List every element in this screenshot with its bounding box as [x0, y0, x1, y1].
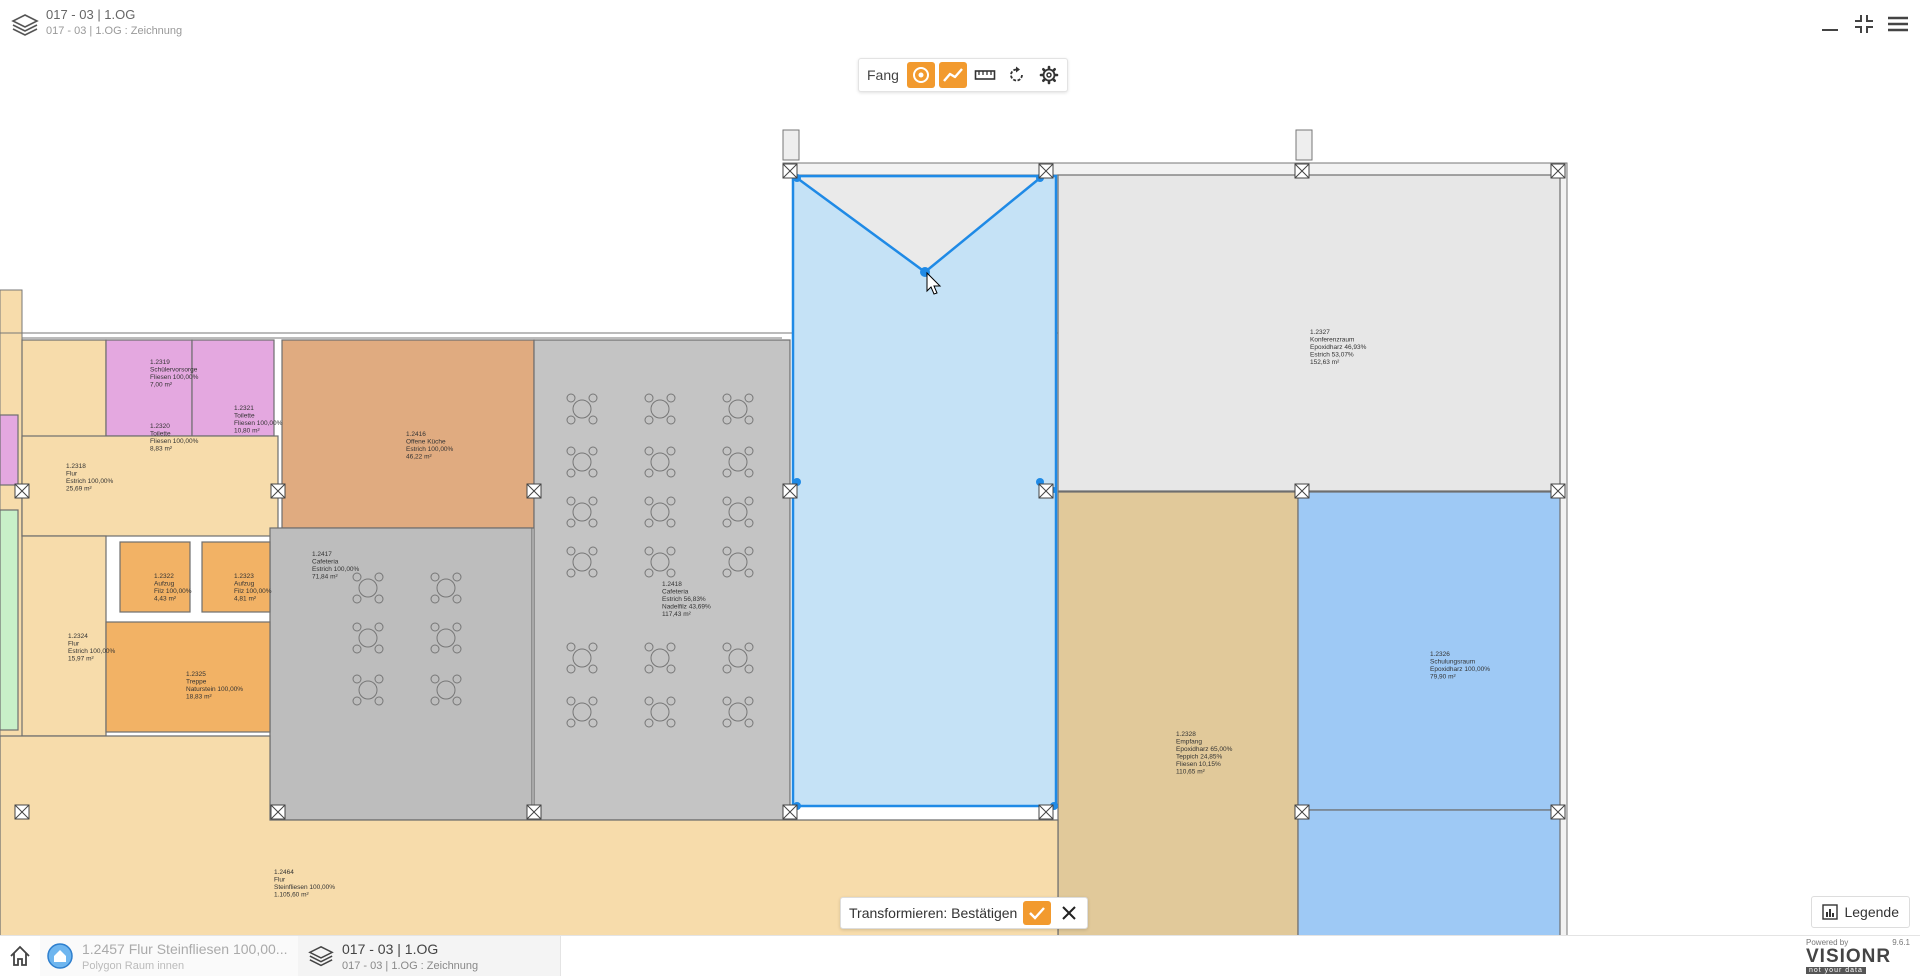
selection-tab[interactable]: 1.2457 Flur Steinfliesen 100,00... Polyg… [40, 936, 299, 976]
snap-toolbar: Fang [858, 58, 1068, 92]
visionr-logo: Powered by 9.6.1 VISIONR not your data [1806, 938, 1910, 974]
drawing-tab-subtitle: 017 - 03 | 1.OG : Zeichnung [342, 960, 479, 972]
ruler-icon [974, 70, 996, 80]
room-2327 [1057, 174, 1561, 492]
collapse-icon [1855, 15, 1873, 33]
menu-button[interactable] [1886, 12, 1910, 36]
close-icon [1062, 906, 1077, 920]
version-label: 9.6.1 [1892, 938, 1910, 947]
selection-tab-subtitle: Polygon Raum innen [82, 960, 185, 972]
target-icon [912, 67, 929, 83]
floor-plan-canvas[interactable]: 1.2319 Schülervorsorge Fliesen 100,00% 7,00… [0, 100, 1920, 936]
confirm-button[interactable] [1023, 901, 1052, 925]
trend-line-icon [943, 68, 963, 82]
gear-icon [1039, 65, 1059, 85]
room-2328 [1057, 491, 1299, 936]
selection-tab-title: 1.2457 Flur Steinfliesen 100,00... [82, 941, 288, 957]
bottom-bar: 1.2457 Flur Steinfliesen 100,00... Polyg… [0, 935, 1920, 976]
page-title: 017 - 03 | 1.OG [46, 7, 136, 22]
snap-point-button[interactable] [906, 62, 935, 88]
snap-label: Fang [867, 67, 899, 83]
home-icon [10, 945, 30, 966]
brand-tagline: not your data [1806, 967, 1866, 974]
polygon-room-icon [47, 943, 73, 969]
drawing-tab-title: 017 - 03 | 1.OG [342, 941, 439, 957]
snap-line-button[interactable] [938, 62, 967, 88]
collapse-button[interactable] [1852, 12, 1876, 36]
drawing-tab[interactable]: 017 - 03 | 1.OG 017 - 03 | 1.OG : Zeichn… [298, 936, 561, 976]
legend-label: Legende [1844, 904, 1899, 920]
legend-button[interactable]: Legende [1811, 896, 1910, 928]
room-2418 [533, 339, 791, 821]
window-controls [1818, 12, 1910, 36]
minimize-icon [1822, 29, 1838, 31]
top-bar: 017 - 03 | 1.OG 017 - 03 | 1.OG : Zeichn… [0, 0, 1920, 50]
layers-icon[interactable] [10, 12, 40, 40]
rotate-button[interactable] [1003, 62, 1031, 88]
room-2326 [1297, 491, 1561, 811]
transform-confirm-bar: Transformieren: Bestätigen [840, 897, 1089, 929]
brand-name: VISIONR [1806, 946, 1892, 967]
measure-button[interactable] [971, 62, 999, 88]
cancel-button[interactable] [1057, 901, 1081, 925]
bar-chart-icon [1822, 904, 1839, 920]
left-green-room [0, 509, 19, 731]
check-icon [1029, 907, 1046, 920]
hamburger-icon [1888, 16, 1908, 32]
minimize-button[interactable] [1818, 12, 1842, 36]
page-subtitle: 017 - 03 | 1.OG : Zeichnung [46, 25, 183, 37]
room-2326b [1297, 809, 1561, 936]
rotate-icon [1010, 66, 1023, 82]
home-button[interactable] [8, 944, 32, 968]
room-2319 [105, 339, 193, 437]
settings-button[interactable] [1035, 62, 1063, 88]
room-2324 [21, 535, 107, 737]
left-purple-room [0, 414, 19, 486]
layers-icon [308, 945, 334, 967]
transform-confirm-text: Transformieren: Bestätigen [849, 905, 1018, 921]
room-2417 [269, 527, 533, 821]
